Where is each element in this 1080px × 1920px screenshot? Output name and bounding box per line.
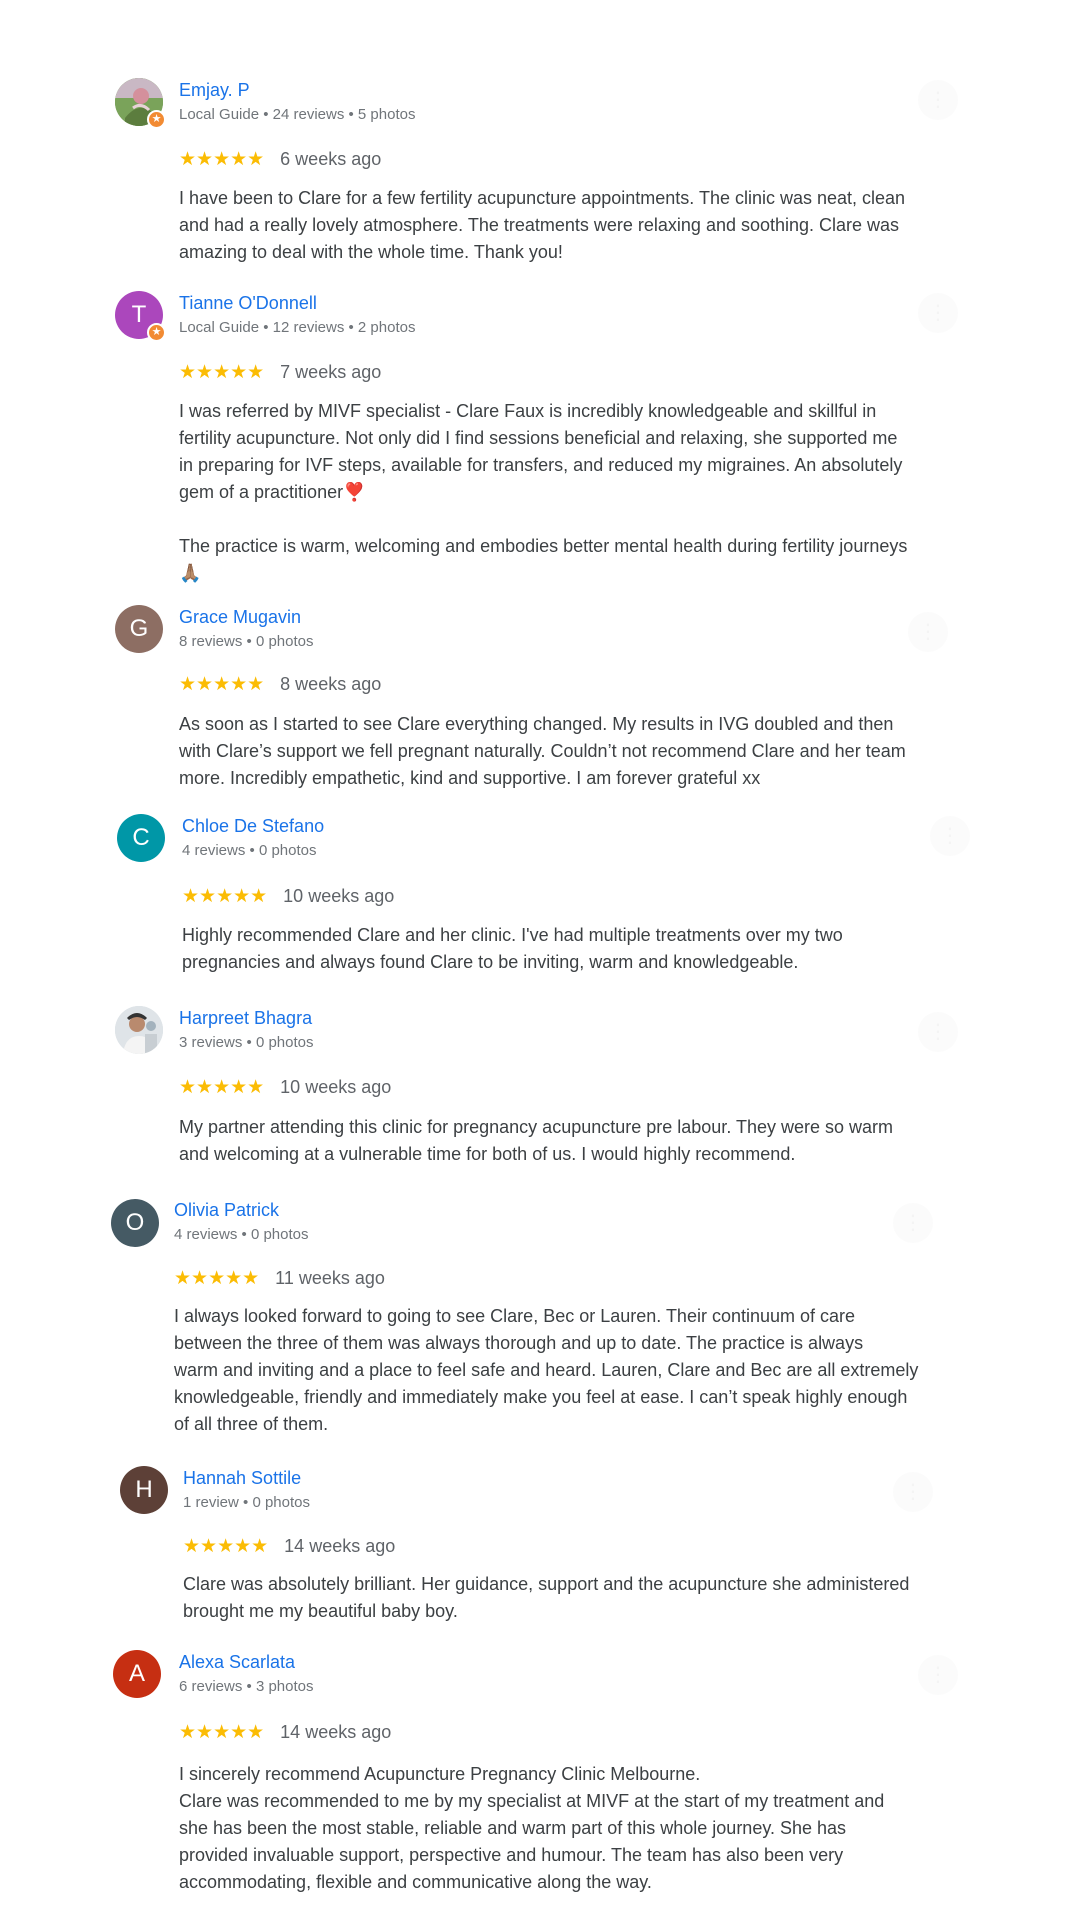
review-text: I sincerely recommend Acupuncture Pregna… — [179, 1764, 885, 1892]
review-text: I was referred by MIVF specialist - Clar… — [179, 401, 908, 583]
avatar[interactable]: H — [120, 1466, 168, 1514]
avatar-letter: C — [132, 824, 150, 851]
reviewer-name[interactable]: Tianne O'Donnell — [179, 293, 317, 314]
rating-row: ★★★★★ 14 weeks ago — [179, 1720, 391, 1744]
avatar-letter: G — [129, 615, 149, 642]
rating-row: ★★★★★ 10 weeks ago — [179, 1075, 391, 1099]
reviewer-meta: 4 reviews • 0 photos — [174, 1226, 309, 1243]
local-guide-badge-icon: ★ — [147, 323, 166, 342]
review-date: 10 weeks ago — [283, 885, 395, 906]
avatar[interactable] — [115, 1006, 163, 1054]
avatar[interactable]: A — [113, 1650, 161, 1698]
reviewer-meta: 8 reviews • 0 photos — [179, 633, 314, 650]
avatar-letter: T — [131, 301, 147, 328]
reviewer-name[interactable]: Emjay. P — [179, 80, 250, 101]
more-vert-icon[interactable]: ⋮ — [918, 1012, 958, 1052]
avatar[interactable]: G — [115, 605, 163, 653]
rating-row: ★★★★★ 6 weeks ago — [179, 147, 381, 171]
star-rating: ★★★★★ — [179, 673, 265, 695]
more-vert-icon[interactable]: ⋮ — [908, 612, 948, 652]
more-vert-icon[interactable]: ⋮ — [930, 816, 970, 856]
more-vert-icon[interactable]: ⋮ — [918, 293, 958, 333]
review-text: My partner attending this clinic for pre… — [179, 1117, 894, 1164]
reviewer-meta: 1 review • 0 photos — [183, 1494, 310, 1511]
star-rating: ★★★★★ — [179, 1721, 265, 1743]
review-text: I always looked forward to going to see … — [174, 1306, 919, 1434]
star-rating: ★★★★★ — [179, 148, 265, 170]
reviewer-name[interactable]: Alexa Scarlata — [179, 1652, 295, 1673]
avatar[interactable]: T ★ — [115, 291, 166, 342]
review-date: 11 weeks ago — [275, 1267, 385, 1288]
reviewer-meta: 6 reviews • 3 photos — [179, 1678, 314, 1695]
avatar-letter: O — [125, 1209, 145, 1236]
star-rating: ★★★★★ — [174, 1267, 260, 1289]
rating-row: ★★★★★ 11 weeks ago — [174, 1266, 385, 1290]
star-rating: ★★★★★ — [183, 1535, 269, 1557]
rating-row: ★★★★★ 8 weeks ago — [179, 672, 381, 696]
reviewer-meta: Local Guide • 24 reviews • 5 photos — [179, 106, 416, 123]
reviewer-name[interactable]: Hannah Sottile — [183, 1468, 301, 1489]
reviewer-meta: Local Guide • 12 reviews • 2 photos — [179, 319, 416, 336]
review-text: Highly recommended Clare and her clinic.… — [182, 925, 843, 972]
more-vert-icon[interactable]: ⋮ — [893, 1203, 933, 1243]
reviewer-name[interactable]: Olivia Patrick — [174, 1200, 279, 1221]
review-date: 10 weeks ago — [280, 1076, 392, 1097]
review-date: 14 weeks ago — [280, 1721, 392, 1742]
review-date: 6 weeks ago — [280, 148, 382, 169]
reviewer-meta: 3 reviews • 0 photos — [179, 1034, 314, 1051]
avatar-photo — [115, 1006, 163, 1054]
avatar-letter: H — [135, 1476, 153, 1503]
reviewer-name[interactable]: Harpreet Bhagra — [179, 1008, 312, 1029]
star-rating: ★★★★★ — [179, 361, 265, 383]
reviewer-name[interactable]: Chloe De Stefano — [182, 816, 324, 837]
review-text: I have been to Clare for a few fertility… — [179, 188, 906, 262]
review-text: As soon as I started to see Clare everyt… — [179, 714, 906, 788]
avatar[interactable]: O — [111, 1199, 159, 1247]
rating-row: ★★★★★ 10 weeks ago — [182, 884, 394, 908]
review-date: 8 weeks ago — [280, 673, 382, 694]
more-vert-icon[interactable]: ⋮ — [893, 1472, 933, 1512]
star-rating: ★★★★★ — [182, 885, 268, 907]
rating-row: ★★★★★ 14 weeks ago — [183, 1534, 395, 1558]
reviewer-meta: 4 reviews • 0 photos — [182, 842, 317, 859]
local-guide-badge-icon: ★ — [147, 110, 166, 129]
review-text: Clare was absolutely brilliant. Her guid… — [183, 1574, 910, 1621]
avatar-letter: A — [128, 1660, 145, 1687]
reviewer-name[interactable]: Grace Mugavin — [179, 607, 301, 628]
more-vert-icon[interactable]: ⋮ — [918, 1655, 958, 1695]
star-rating: ★★★★★ — [179, 1076, 265, 1098]
avatar[interactable]: C — [117, 814, 165, 862]
rating-row: ★★★★★ 7 weeks ago — [179, 360, 381, 384]
more-vert-icon[interactable]: ⋮ — [918, 80, 958, 120]
review-date: 14 weeks ago — [284, 1535, 396, 1556]
review-date: 7 weeks ago — [280, 361, 382, 382]
avatar[interactable]: ★ — [115, 78, 166, 129]
